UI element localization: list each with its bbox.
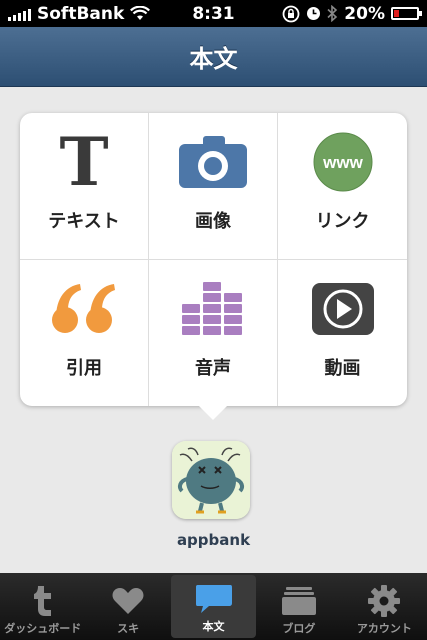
alarm-clock-icon: [307, 7, 321, 20]
avatar[interactable]: [172, 441, 250, 519]
camera-icon: [179, 135, 247, 188]
post-type-video[interactable]: 動画: [278, 260, 407, 407]
bluetooth-icon: [327, 5, 338, 22]
tab-label: ダッシュボード: [4, 622, 82, 635]
www-icon: www: [313, 132, 372, 191]
tab-bar: ダッシュボード スキ 本文 ブログ アカウント: [0, 573, 427, 640]
quote-icon: [52, 284, 115, 333]
signal-strength-icon: [8, 7, 31, 21]
post-type-label: リンク: [315, 210, 370, 232]
www-label: www: [322, 153, 363, 172]
carrier-name: SoftBank: [37, 3, 125, 24]
post-type-panel: T テキスト 画像 www リンク 引用 音声 動画: [20, 113, 407, 406]
tab-label: 本文: [202, 620, 225, 633]
tab-label: ブログ: [282, 622, 316, 635]
account-name: appbank: [176, 531, 251, 549]
monster-avatar-icon: [172, 441, 250, 519]
audio-bars-icon: [182, 282, 242, 335]
post-type-audio[interactable]: 音声: [149, 259, 278, 406]
panel-pointer: [198, 405, 228, 420]
tab-blog[interactable]: ブログ: [256, 573, 341, 640]
text-icon: T: [59, 122, 109, 201]
rotation-lock-icon: [282, 5, 300, 22]
clock: 8:31: [192, 3, 235, 24]
gear-icon: [368, 585, 401, 617]
tumblr-t-icon: [33, 586, 51, 616]
status-bar: SoftBank 8:31 20%: [0, 0, 427, 27]
tab-compose[interactable]: 本文: [170, 575, 257, 638]
tab-account[interactable]: アカウント: [342, 573, 427, 640]
post-type-label: 引用: [66, 358, 102, 379]
tab-dashboard[interactable]: ダッシュボード: [0, 573, 85, 640]
post-type-quote[interactable]: 引用: [20, 259, 149, 406]
post-type-label: 動画: [324, 358, 361, 379]
tab-label: アカウント: [356, 622, 412, 635]
post-type-text[interactable]: T テキスト: [20, 113, 149, 260]
post-type-label: 画像: [195, 210, 231, 232]
battery-percent: 20%: [344, 3, 385, 24]
post-type-link[interactable]: www リンク: [278, 113, 407, 260]
heart-icon: [112, 588, 144, 614]
wifi-icon: [130, 6, 151, 20]
compose-bubble-icon: [195, 585, 232, 613]
post-type-label: 音声: [195, 358, 231, 379]
tab-likes[interactable]: スキ: [85, 573, 170, 640]
folder-stack-icon: [281, 587, 316, 615]
video-play-icon: [311, 283, 374, 335]
battery-icon: [391, 7, 422, 20]
navigation-bar: 本文: [0, 27, 427, 87]
page-title: 本文: [189, 45, 238, 73]
post-type-label: テキスト: [48, 210, 120, 232]
post-type-photo[interactable]: 画像: [149, 113, 278, 260]
tab-label: スキ: [117, 622, 140, 635]
